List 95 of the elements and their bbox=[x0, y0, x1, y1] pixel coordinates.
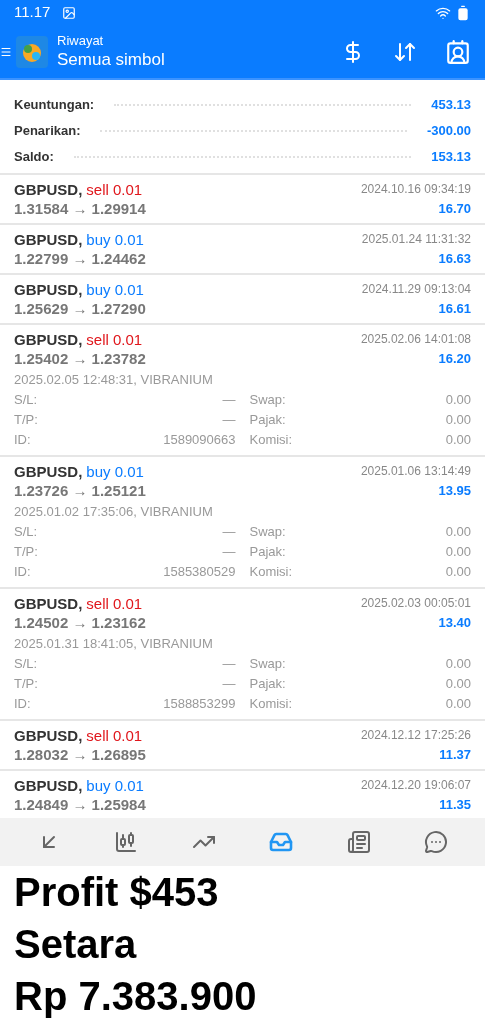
calendar-person-icon[interactable] bbox=[445, 38, 471, 65]
summary-label: Saldo: bbox=[14, 148, 54, 167]
close-time-text: 2025.02.06 14:01:08 bbox=[360, 331, 471, 348]
profit-text: 16.20 bbox=[438, 350, 471, 368]
detail-value: — bbox=[222, 411, 236, 429]
detail-value: 0.00 bbox=[445, 523, 471, 541]
detail-label: S/L: bbox=[14, 391, 38, 409]
symbol-text: GBPUSD, bbox=[14, 330, 83, 349]
summary-value: 453.13 bbox=[431, 96, 471, 115]
detail-label: Pajak: bbox=[249, 543, 286, 561]
open-time-text: 2025.01.02 17:35:06, VIBRANIUM bbox=[14, 503, 214, 521]
detail-label: S/L: bbox=[14, 655, 38, 673]
close-time-text: 2024.11.29 09:13:04 bbox=[361, 281, 471, 298]
detail-value: 1588853299 bbox=[163, 695, 236, 713]
toolbar-title: Semua simbol bbox=[57, 48, 165, 71]
profit-text: 16.70 bbox=[438, 200, 471, 218]
detail-value: — bbox=[222, 655, 236, 673]
detail-label: Swap: bbox=[249, 523, 286, 541]
detail-label: Komisi: bbox=[249, 563, 293, 581]
detail-label: ID: bbox=[14, 695, 31, 713]
order-text: sell 0.01 bbox=[86, 180, 143, 199]
order-text: buy 0.01 bbox=[86, 462, 144, 481]
clock-text: 11.17 bbox=[14, 2, 51, 23]
price-text: 1.25402 → 1.23782 bbox=[14, 349, 146, 368]
detail-label: T/P: bbox=[14, 411, 38, 429]
detail-value: 0.00 bbox=[445, 391, 471, 409]
summary-value: 153.13 bbox=[431, 148, 471, 167]
summary-value: -300.00 bbox=[426, 122, 471, 141]
price-text: 1.22799 → 1.24462 bbox=[14, 249, 146, 268]
price-text: 1.25629 → 1.27290 bbox=[14, 299, 146, 318]
image-icon bbox=[62, 5, 77, 20]
detail-value: 0.00 bbox=[445, 563, 471, 581]
detail-label: Swap: bbox=[249, 655, 286, 673]
summary-label: Penarikan: bbox=[14, 122, 81, 141]
price-text: 1.24849 → 1.25984 bbox=[14, 795, 146, 814]
close-time-text: 2025.02.03 00:05:01 bbox=[360, 595, 471, 612]
symbol-text: GBPUSD, bbox=[14, 230, 83, 249]
detail-label: Komisi: bbox=[249, 695, 293, 713]
toolbar-subtitle: Riwayat bbox=[57, 32, 105, 49]
close-time-text: 2024.12.12 17:25:26 bbox=[360, 727, 471, 744]
detail-label: Komisi: bbox=[249, 431, 293, 449]
detail-label: Swap: bbox=[249, 391, 286, 409]
detail-value: 0.00 bbox=[445, 431, 471, 449]
order-text: sell 0.01 bbox=[86, 330, 143, 349]
detail-label: Pajak: bbox=[249, 411, 286, 429]
profit-text: 11.37 bbox=[439, 746, 471, 764]
detail-value: — bbox=[222, 391, 236, 409]
close-time-text: 2025.01.06 13:14:49 bbox=[360, 463, 471, 480]
detail-value: — bbox=[222, 543, 236, 561]
open-time-text: 2025.01.31 18:41:05, VIBRANIUM bbox=[14, 635, 214, 653]
symbol-text: GBPUSD, bbox=[14, 462, 83, 481]
close-time-text: 2024.10.16 09:34:19 bbox=[360, 181, 471, 198]
detail-value: — bbox=[222, 675, 236, 693]
detail-label: T/P: bbox=[14, 543, 38, 561]
profit-text: 16.63 bbox=[438, 250, 471, 268]
detail-value: 1589090663 bbox=[163, 431, 236, 449]
detail-value: 0.00 bbox=[445, 655, 471, 673]
symbol-text: GBPUSD, bbox=[14, 280, 83, 299]
profit-text: 13.40 bbox=[438, 614, 471, 632]
profit-text: 13.95 bbox=[438, 482, 471, 500]
symbol-text: GBPUSD, bbox=[14, 776, 83, 795]
price-text: 1.23726 → 1.25121 bbox=[14, 481, 146, 500]
summary-label: Keuntungan: bbox=[14, 96, 95, 115]
caption-text: Profit $453 bbox=[14, 869, 220, 916]
close-time-text: 2025.01.24 11:31:32 bbox=[361, 231, 471, 248]
detail-value: 0.00 bbox=[445, 695, 471, 713]
profit-text: 11.35 bbox=[439, 796, 471, 814]
battery-icon bbox=[455, 4, 471, 21]
price-text: 1.31584 → 1.29914 bbox=[14, 199, 146, 218]
detail-value: 1585380529 bbox=[163, 563, 236, 581]
symbol-text: GBPUSD, bbox=[14, 180, 83, 199]
profit-text: 16.61 bbox=[438, 300, 471, 318]
detail-value: 0.00 bbox=[445, 543, 471, 561]
order-text: buy 0.01 bbox=[86, 230, 144, 249]
detail-label: ID: bbox=[14, 563, 31, 581]
price-text: 1.28032 → 1.26895 bbox=[14, 745, 146, 764]
detail-label: T/P: bbox=[14, 675, 38, 693]
order-text: buy 0.01 bbox=[86, 280, 144, 299]
detail-value: — bbox=[222, 523, 236, 541]
detail-value: 0.00 bbox=[445, 411, 471, 429]
close-time-text: 2024.12.20 19:06:07 bbox=[360, 777, 471, 794]
symbol-text: GBPUSD, bbox=[14, 726, 83, 745]
app-logo-icon[interactable] bbox=[16, 35, 48, 68]
order-text: buy 0.01 bbox=[86, 776, 144, 795]
detail-label: Pajak: bbox=[249, 675, 286, 693]
open-time-text: 2025.02.05 12:48:31, VIBRANIUM bbox=[14, 371, 214, 389]
price-text: 1.24502 → 1.23162 bbox=[14, 613, 146, 632]
order-text: sell 0.01 bbox=[86, 726, 143, 745]
order-text: sell 0.01 bbox=[86, 594, 143, 613]
symbol-text: GBPUSD, bbox=[14, 594, 83, 613]
detail-label: ID: bbox=[14, 431, 31, 449]
detail-label: S/L: bbox=[14, 523, 38, 541]
caption-text: Rp 7.383.900 bbox=[14, 973, 258, 1020]
detail-value: 0.00 bbox=[445, 675, 471, 693]
caption-text: Setara bbox=[14, 921, 138, 968]
